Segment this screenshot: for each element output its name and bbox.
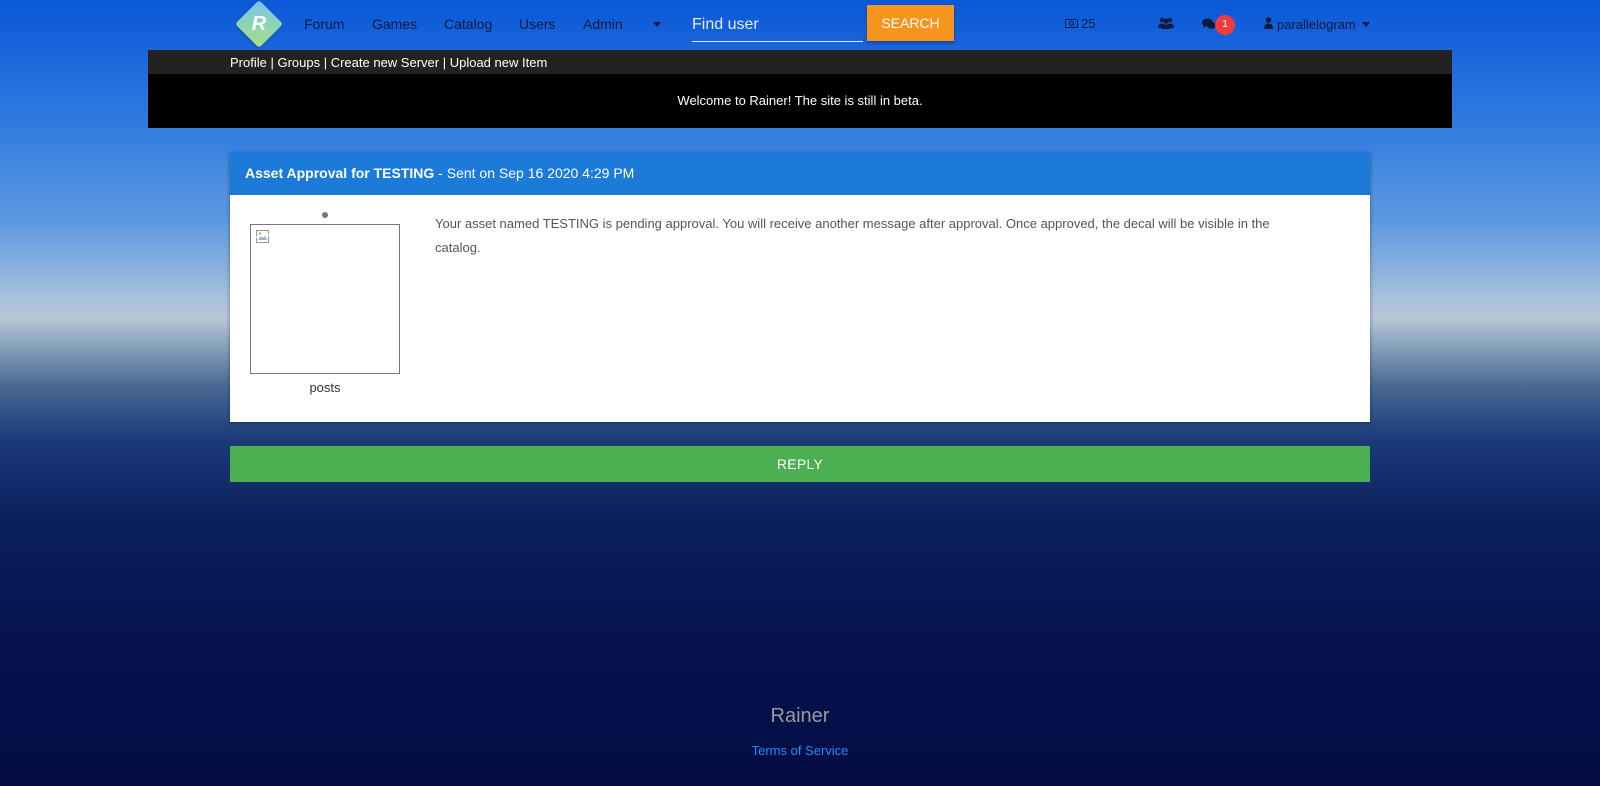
message-body: Your asset named TESTING is pending appr… <box>435 216 1270 255</box>
avatar[interactable] <box>250 224 400 374</box>
user-menu-link[interactable]: parallelogram <box>1277 17 1356 32</box>
subnav-create-server-link[interactable]: Create new Server <box>331 55 439 70</box>
user-dropdown-caret-icon[interactable] <box>1362 22 1370 27</box>
footer-links: Terms of Service <box>0 743 1600 758</box>
subnav-profile-link[interactable]: Profile <box>230 55 267 70</box>
message-card: Asset Approval for TESTING - Sent on Sep… <box>230 152 1370 422</box>
nav-games-link[interactable]: Games <box>372 16 417 32</box>
subnav-upload-item-link[interactable]: Upload new Item <box>450 55 548 70</box>
author-column: posts <box>250 212 400 395</box>
subnav-separator: | <box>439 55 450 70</box>
top-navbar: R Forum Games Catalog Users Admin SEARCH… <box>0 0 1600 49</box>
search-button[interactable]: SEARCH <box>867 5 954 41</box>
nav-admin-link[interactable]: Admin <box>583 16 623 32</box>
message-header: Asset Approval for TESTING - Sent on Sep… <box>230 152 1370 195</box>
footer-brand: Rainer <box>770 705 830 727</box>
currency-display[interactable]: 25 <box>1065 16 1095 31</box>
admin-dropdown-caret-icon[interactable] <box>653 22 661 27</box>
find-user-input[interactable] <box>692 8 863 42</box>
cash-icon <box>1065 19 1078 28</box>
friends-icon[interactable] <box>1158 17 1174 29</box>
nav-users-link[interactable]: Users <box>519 16 556 32</box>
sub-navbar: Profile | Groups | Create new Server | U… <box>148 50 1452 74</box>
subnav-groups-link[interactable]: Groups <box>277 55 320 70</box>
currency-amount: 25 <box>1081 16 1096 31</box>
subnav-links: Profile | Groups | Create new Server | U… <box>230 55 547 70</box>
messages-badge[interactable]: 1 <box>1215 15 1235 35</box>
status-dot-icon <box>322 212 328 218</box>
logo-letter[interactable]: R <box>242 7 276 41</box>
subnav-separator: | <box>266 55 278 70</box>
reply-button[interactable]: REPLY <box>230 446 1370 482</box>
author-posts-label: posts <box>309 380 341 395</box>
subnav-separator: | <box>320 55 331 70</box>
nav-catalog-link[interactable]: Catalog <box>444 16 492 32</box>
terms-of-service-link[interactable]: Terms of Service <box>752 743 849 758</box>
message-sent-info: - Sent on Sep 16 2020 4:29 PM <box>434 165 635 181</box>
chat-icon[interactable] <box>1202 18 1216 30</box>
beta-banner: Welcome to Rainer! The site is still in … <box>148 74 1452 128</box>
message-subject: Asset Approval for TESTING <box>245 165 435 181</box>
broken-image-icon <box>256 230 269 243</box>
user-icon <box>1264 17 1273 29</box>
nav-forum-link[interactable]: Forum <box>304 16 344 32</box>
